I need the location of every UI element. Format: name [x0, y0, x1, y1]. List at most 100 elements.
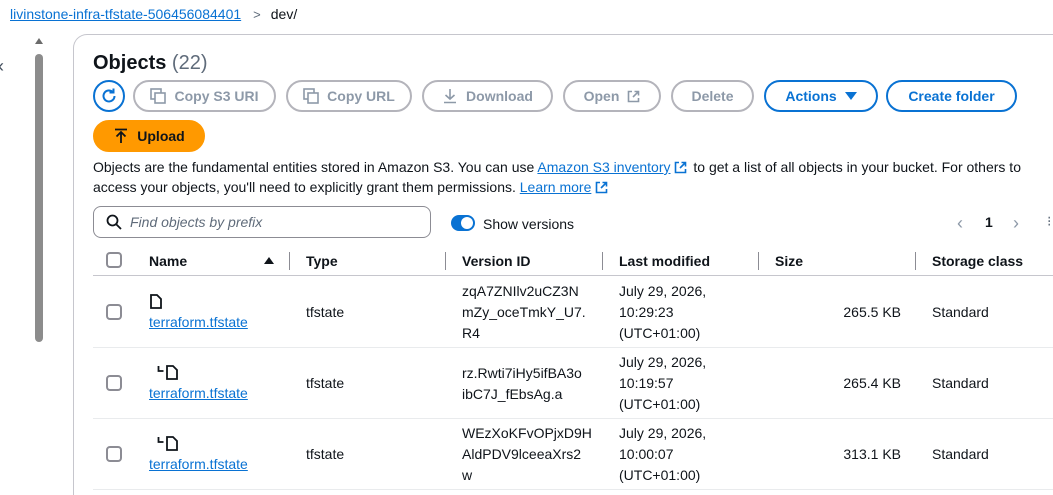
version-id: rz.Rwti7iHy5ifBA3o ibC7J_fEbsAg.a	[462, 363, 582, 405]
version-branch-icon	[157, 365, 178, 380]
column-divider[interactable]	[445, 252, 446, 270]
row-divider	[93, 489, 1053, 490]
column-divider[interactable]	[602, 252, 603, 270]
copy-icon	[303, 88, 319, 104]
create-folder-label: Create folder	[908, 88, 995, 104]
column-header-name[interactable]: Name	[149, 253, 187, 269]
object-name-link[interactable]: terraform.tfstate	[149, 383, 248, 404]
pagination-next-icon[interactable]: ›	[1013, 213, 1019, 234]
last-modified-date: July 29, 2026,	[619, 425, 707, 441]
column-header-last-modified[interactable]: Last modified	[619, 253, 710, 269]
page-title: Objects (22)	[93, 52, 208, 75]
pagination-page[interactable]: 1	[985, 214, 993, 230]
select-all-checkbox[interactable]	[106, 252, 122, 268]
s3-inventory-link[interactable]: Amazon S3 inventory	[537, 159, 670, 175]
row-divider	[93, 418, 1053, 419]
column-header-type[interactable]: Type	[306, 253, 338, 269]
storage-class: Standard	[932, 304, 989, 320]
last-modified-time: 10:19:57	[619, 375, 674, 391]
object-name-link[interactable]: terraform.tfstate	[149, 312, 248, 333]
copy-s3-uri-label: Copy S3 URI	[174, 88, 259, 104]
refresh-icon	[102, 88, 116, 103]
description-text-1: Objects are the fundamental entities sto…	[93, 159, 538, 175]
delete-button[interactable]: Delete	[671, 80, 754, 112]
copy-url-label: Copy URL	[327, 88, 395, 104]
upload-icon	[115, 128, 128, 143]
last-modified-time: 10:29:23	[619, 304, 674, 320]
version-id-line: zqA7ZNIlv2uCZ3N	[462, 283, 579, 299]
object-type: tfstate	[306, 375, 345, 391]
row-checkbox[interactable]	[106, 304, 122, 320]
search-icon	[106, 214, 122, 230]
copy-s3-uri-button[interactable]: Copy S3 URI	[133, 80, 276, 112]
column-divider[interactable]	[289, 252, 290, 270]
refresh-button[interactable]	[93, 80, 125, 112]
external-link-icon	[628, 90, 640, 102]
object-count: (22)	[171, 52, 208, 74]
last-modified-tz: (UTC+01:00)	[619, 325, 701, 341]
open-label: Open	[583, 88, 620, 104]
column-divider[interactable]	[758, 252, 759, 270]
upload-label: Upload	[137, 128, 185, 144]
version-id: WEzXoKFvOPjxD9H AldPDV9lceeaXrs2 w	[462, 423, 592, 486]
show-versions-label: Show versions	[483, 216, 575, 232]
actions-dropdown[interactable]: Actions	[764, 80, 878, 112]
version-id-line: WEzXoKFvOPjxD9H	[462, 425, 592, 441]
storage-class: Standard	[932, 375, 989, 391]
object-type: tfstate	[306, 446, 345, 462]
search-box[interactable]	[93, 206, 431, 238]
download-label: Download	[466, 88, 533, 104]
upload-button[interactable]: Upload	[93, 120, 205, 152]
version-id-line: R4	[462, 325, 480, 341]
last-modified-tz: (UTC+01:00)	[619, 396, 701, 412]
search-input[interactable]	[130, 214, 410, 230]
object-size: 265.4 KB	[843, 375, 901, 391]
copy-icon	[150, 88, 167, 104]
collapse-nav-icon[interactable]: ‹	[0, 56, 4, 77]
version-id-line: w	[462, 467, 473, 483]
version-id-line: AldPDV9lceeaXrs2	[462, 446, 582, 462]
last-modified-date: July 29, 2026,	[619, 354, 707, 370]
last-modified-date: July 29, 2026,	[619, 283, 707, 299]
learn-more-link[interactable]: Learn more	[520, 179, 592, 195]
row-checkbox[interactable]	[106, 446, 122, 462]
last-modified-tz: (UTC+01:00)	[619, 467, 701, 483]
breadcrumb-bucket-link[interactable]: livinstone-infra-tfstate-506456084401	[10, 6, 241, 22]
version-branch-icon	[157, 436, 178, 451]
open-button[interactable]: Open	[563, 80, 661, 112]
object-size: 313.1 KB	[843, 446, 901, 462]
external-link-icon	[675, 161, 687, 174]
object-type: tfstate	[306, 304, 345, 320]
version-id-line: ibC7J_fEbsAg.a	[462, 386, 563, 402]
column-divider[interactable]	[915, 252, 916, 270]
scroll-up-icon[interactable]	[35, 38, 43, 44]
title-text: Objects	[93, 52, 167, 74]
column-header-size[interactable]: Size	[775, 253, 803, 269]
pagination-prev-icon[interactable]: ‹	[957, 213, 963, 234]
column-header-version-id[interactable]: Version ID	[462, 253, 530, 269]
download-button[interactable]: Download	[422, 80, 553, 112]
storage-class: Standard	[932, 446, 989, 462]
scrollbar-thumb[interactable]	[35, 54, 43, 342]
file-icon	[150, 294, 162, 309]
row-checkbox[interactable]	[106, 375, 122, 391]
version-id: zqA7ZNIlv2uCZ3N mZy_oceTmkY_U7. R4	[462, 281, 586, 344]
breadcrumb-separator: >	[253, 6, 261, 22]
breadcrumb-current: dev/	[270, 6, 298, 22]
last-modified: July 29, 2026, 10:19:57 (UTC+01:00)	[619, 352, 706, 415]
last-modified: July 29, 2026, 10:29:23 (UTC+01:00)	[619, 281, 706, 344]
copy-url-button[interactable]: Copy URL	[286, 80, 412, 112]
version-id-line: mZy_oceTmkY_U7.	[462, 304, 586, 320]
create-folder-button[interactable]: Create folder	[886, 80, 1017, 112]
table-settings-divider: ⁝	[1047, 213, 1052, 229]
objects-description: Objects are the fundamental entities sto…	[93, 157, 1053, 197]
download-icon	[444, 89, 457, 104]
column-header-storage-class[interactable]: Storage class	[932, 253, 1023, 269]
table-header-divider	[93, 275, 1053, 276]
actions-label: Actions	[785, 88, 837, 104]
row-divider	[93, 347, 1053, 348]
sort-ascending-icon[interactable]	[264, 257, 274, 264]
show-versions-toggle[interactable]	[451, 215, 475, 231]
version-id-line: rz.Rwti7iHy5ifBA3o	[462, 365, 582, 381]
object-name-link[interactable]: terraform.tfstate	[149, 454, 248, 475]
